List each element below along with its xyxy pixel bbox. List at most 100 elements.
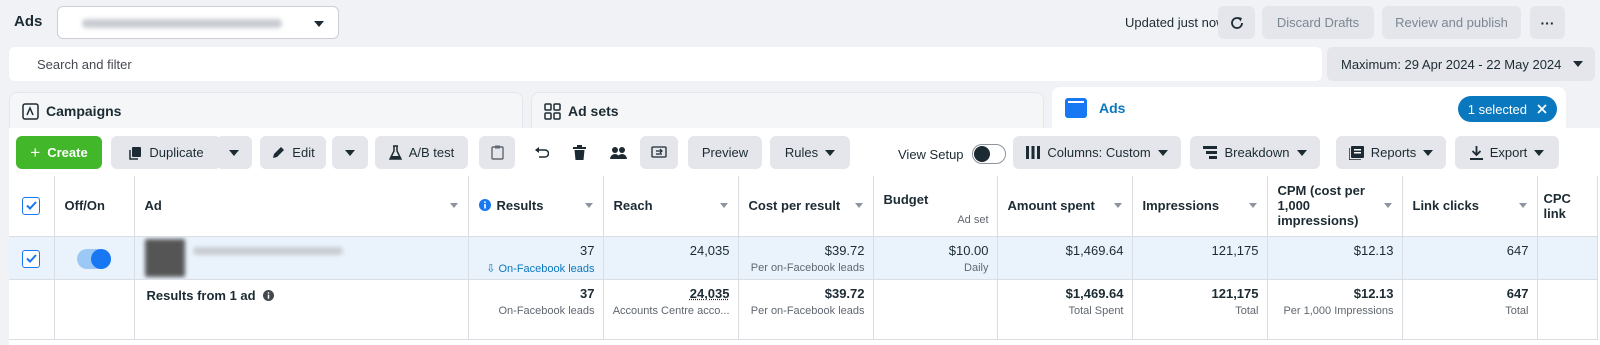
columns-button[interactable]: Columns: Custom bbox=[1013, 136, 1181, 169]
summary-results-value: 37 bbox=[580, 285, 595, 301]
header-cpc[interactable]: CPC link bbox=[1537, 176, 1598, 237]
compare-button[interactable] bbox=[640, 136, 678, 169]
rules-button[interactable]: Rules bbox=[770, 136, 850, 169]
header-offon[interactable]: Off/On bbox=[54, 176, 135, 237]
clipboard-button[interactable] bbox=[479, 136, 515, 169]
header-link-clicks[interactable]: Link clicks bbox=[1402, 176, 1538, 237]
clipboard-icon bbox=[490, 145, 504, 160]
selected-count-pill[interactable]: 1 selected bbox=[1457, 96, 1557, 122]
summary-cpm: $12.13 Per 1,000 Impressions bbox=[1267, 279, 1403, 340]
trash-icon bbox=[572, 145, 586, 160]
account-selector[interactable] bbox=[57, 6, 339, 39]
tab-campaigns[interactable]: Campaigns bbox=[9, 92, 523, 128]
sort-icon[interactable] bbox=[854, 203, 863, 208]
caret-down-icon bbox=[345, 149, 355, 156]
create-button[interactable]: + Create bbox=[16, 136, 102, 169]
undo-button[interactable] bbox=[523, 136, 559, 169]
duplicate-label: Duplicate bbox=[149, 145, 204, 160]
caret-down-icon bbox=[1423, 149, 1434, 156]
sort-icon[interactable] bbox=[449, 203, 458, 208]
ab-test-label: A/B test bbox=[408, 145, 455, 160]
sort-icon[interactable] bbox=[584, 203, 593, 208]
header-ad[interactable]: Ad bbox=[134, 176, 469, 237]
audience-button[interactable] bbox=[601, 136, 635, 169]
table-row[interactable]: 37 ⇩ On-Facebook leads 24,035 $39.72 Per… bbox=[9, 236, 1598, 280]
row-toggle-cell[interactable] bbox=[54, 236, 135, 280]
tab-ads[interactable]: Ads 1 selected bbox=[1052, 87, 1566, 128]
selected-count-label: 1 selected bbox=[1467, 101, 1527, 117]
summary-row: Results from 1 ad 37 On-Facebook leads 2… bbox=[9, 279, 1598, 340]
preview-button[interactable]: Preview bbox=[688, 136, 762, 169]
reports-button[interactable]: Reports bbox=[1336, 136, 1446, 169]
caret-down-icon bbox=[1534, 149, 1545, 156]
close-icon[interactable] bbox=[1537, 104, 1547, 114]
sort-icon[interactable] bbox=[1248, 203, 1257, 208]
refresh-icon bbox=[1230, 16, 1243, 29]
reports-icon bbox=[1348, 145, 1364, 160]
header-amount-spent[interactable]: Amount spent bbox=[997, 176, 1133, 237]
delete-button[interactable] bbox=[562, 136, 596, 169]
ab-test-button[interactable]: A/B test bbox=[375, 136, 468, 169]
cpr-value: $39.72 bbox=[824, 242, 865, 258]
results-sub[interactable]: ⇩ On-Facebook leads bbox=[477, 262, 594, 275]
review-publish-button[interactable]: Review and publish bbox=[1382, 6, 1521, 39]
discard-drafts-button[interactable]: Discard Drafts bbox=[1262, 6, 1374, 39]
ads-icon bbox=[1065, 98, 1087, 118]
sort-icon[interactable] bbox=[1113, 203, 1122, 208]
ad-name-redacted[interactable] bbox=[192, 246, 343, 255]
search-placeholder: Search and filter bbox=[37, 57, 132, 72]
view-setup-toggle[interactable] bbox=[971, 144, 1006, 164]
date-range-picker[interactable]: Maximum: 29 Apr 2024 - 22 May 2024 bbox=[1327, 47, 1595, 81]
edit-dropdown[interactable] bbox=[332, 136, 368, 169]
reach-cell: 24,035 bbox=[603, 236, 739, 280]
grid-icon bbox=[544, 103, 561, 120]
header-ad-label: Ad bbox=[144, 198, 162, 214]
breakdown-button[interactable]: Breakdown bbox=[1190, 136, 1320, 169]
more-options-button[interactable]: ··· bbox=[1530, 6, 1565, 39]
row-checkbox[interactable] bbox=[22, 249, 41, 268]
app-title: Ads bbox=[14, 13, 43, 30]
columns-label: Columns: Custom bbox=[1047, 145, 1151, 160]
cpm-cell: $12.13 bbox=[1267, 236, 1403, 280]
sort-icon[interactable] bbox=[719, 203, 728, 208]
caret-down-icon bbox=[1157, 149, 1168, 156]
results-cell: 37 ⇩ On-Facebook leads bbox=[468, 236, 604, 280]
search-filter-bar[interactable]: Search and filter bbox=[9, 47, 1322, 81]
header-select-all[interactable] bbox=[9, 176, 55, 237]
tab-ad-sets[interactable]: Ad sets bbox=[531, 92, 1044, 128]
summary-amount: $1,469.64 Total Spent bbox=[997, 279, 1133, 340]
row-select-cell[interactable] bbox=[9, 236, 55, 280]
summary-results-sub: On-Facebook leads bbox=[498, 304, 595, 317]
toggle-knob bbox=[91, 248, 111, 269]
amount-cell: $1,469.64 bbox=[997, 236, 1133, 280]
summary-reach-value[interactable]: 24,035 bbox=[690, 286, 730, 301]
undo-icon bbox=[534, 147, 549, 158]
refresh-button[interactable] bbox=[1218, 6, 1255, 39]
sort-icon[interactable] bbox=[1383, 203, 1392, 208]
columns-icon bbox=[1026, 146, 1041, 159]
edit-button[interactable]: Edit bbox=[260, 136, 326, 169]
header-reach[interactable]: Reach bbox=[603, 176, 739, 237]
lead-icon: ⇩ bbox=[486, 262, 496, 275]
ad-name-cell[interactable] bbox=[134, 236, 469, 280]
summary-cpr-value: $39.72 bbox=[824, 285, 865, 301]
header-impressions[interactable]: Impressions bbox=[1132, 176, 1268, 237]
summary-amount-value: $1,469.64 bbox=[1065, 285, 1124, 301]
top-bar: Ads Updated just now Discard Drafts Revi… bbox=[0, 0, 1600, 44]
header-budget[interactable]: Budget Ad set bbox=[873, 176, 998, 237]
ad-on-off-toggle[interactable] bbox=[77, 248, 111, 269]
header-cpm[interactable]: CPM (cost per 1,000 impressions) bbox=[1267, 176, 1403, 237]
header-cost-per-result[interactable]: Cost per result bbox=[738, 176, 874, 237]
export-button[interactable]: Export bbox=[1455, 136, 1559, 169]
duplicate-button[interactable]: Duplicate bbox=[111, 136, 221, 169]
info-icon[interactable] bbox=[263, 289, 275, 301]
budget-cell[interactable]: $10.00 Daily bbox=[873, 236, 998, 280]
duplicate-dropdown[interactable] bbox=[216, 136, 252, 169]
select-all-checkbox[interactable] bbox=[22, 196, 41, 215]
info-icon[interactable] bbox=[478, 199, 491, 211]
summary-results: 37 On-Facebook leads bbox=[468, 279, 604, 340]
header-budget-label: Budget bbox=[883, 192, 929, 207]
header-results[interactable]: Results bbox=[468, 176, 604, 237]
edit-label: Edit bbox=[292, 145, 315, 160]
sort-icon[interactable] bbox=[1518, 203, 1527, 208]
